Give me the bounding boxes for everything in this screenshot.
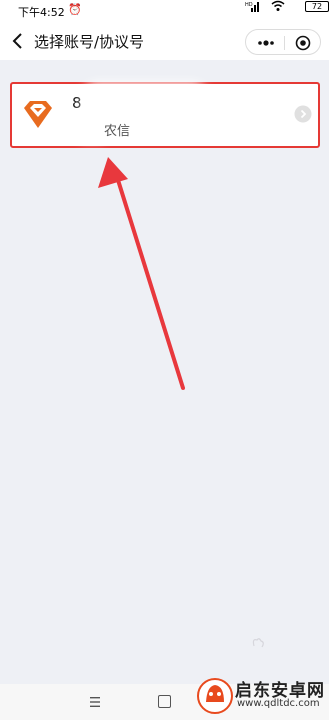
cellular-signal-icon: HD [245,2,259,12]
account-list-item[interactable]: 8 农信 [10,82,320,148]
privacy-blur-mask-small [78,116,106,138]
site-watermark: 启东安卓网 www.qdltdc.com [195,674,325,718]
wifi-icon [271,0,285,11]
recent-apps-icon[interactable] [88,696,102,708]
more-dots-icon[interactable] [256,38,276,48]
signal-hd-label: HD [245,2,253,8]
chevron-right-icon[interactable] [294,105,312,123]
status-time: 下午4:52 [18,6,65,19]
capsule-divider [284,36,285,50]
miniprogram-capsule [245,29,321,55]
bank-name: 农信 [104,124,131,139]
privacy-blur-mask [88,88,202,122]
watermark-logo-icon [197,678,233,714]
alarm-clock-icon: ⏰ [68,3,82,16]
account-number: 8 [72,94,82,112]
home-button-icon[interactable] [158,695,171,708]
page-title: 选择账号/协议号 [34,33,145,51]
battery-indicator: 72 [305,1,329,12]
watermark-url: www.qdltdc.com [237,698,320,709]
nav-bar: 选择账号/协议号 [0,22,329,60]
back-arrow-icon[interactable] [8,30,30,52]
status-bar: 下午4:52 ⏰ HD 72 [0,0,329,22]
faint-mark-icon [252,638,264,648]
close-miniprogram-icon[interactable] [295,35,311,51]
bank-logo-icon [24,101,52,128]
